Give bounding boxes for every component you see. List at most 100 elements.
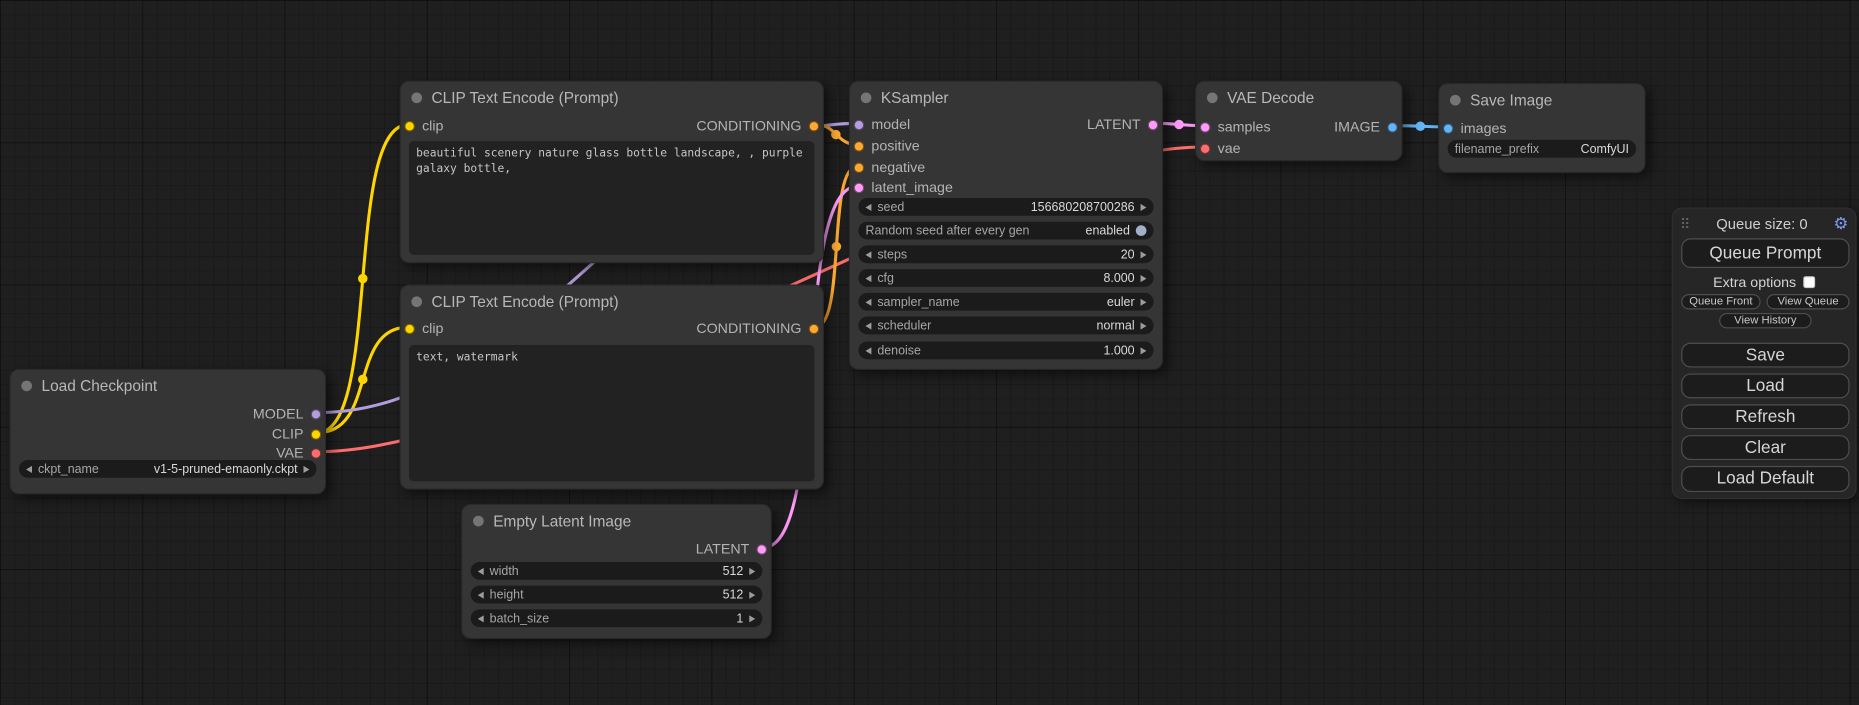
input-slot-samples[interactable]: samples (1200, 117, 1271, 136)
load-button[interactable]: Load (1681, 373, 1849, 398)
clip-output-dot[interactable] (311, 429, 322, 440)
decrement-arrow-icon[interactable] (478, 567, 484, 574)
widget-scheduler[interactable]: scheduler normal (858, 317, 1153, 335)
node-graph-canvas[interactable]: Load Checkpoint MODEL CLIP VAE ckpt_name… (0, 0, 1859, 705)
node-ksampler[interactable]: KSampler model LATENT positive negative … (849, 81, 1163, 370)
samples-input-dot[interactable] (1200, 122, 1211, 133)
decrement-arrow-icon[interactable] (865, 251, 871, 258)
node-clip-text-encode-positive[interactable]: CLIP Text Encode (Prompt) clip CONDITION… (400, 81, 824, 264)
decrement-arrow-icon[interactable] (865, 347, 871, 354)
node-header[interactable]: Load Checkpoint (11, 370, 325, 401)
node-header[interactable]: Empty Latent Image (462, 505, 770, 536)
increment-arrow-icon[interactable] (1141, 274, 1147, 281)
widget-sampler-name[interactable]: sampler_name euler (858, 293, 1153, 311)
node-status-dot-icon[interactable] (411, 92, 422, 103)
input-slot-negative[interactable]: negative (854, 158, 926, 177)
input-slot-clip[interactable]: clip (404, 116, 443, 135)
input-slot-clip[interactable]: clip (404, 319, 443, 338)
clear-button[interactable]: Clear (1681, 435, 1849, 460)
node-save-image[interactable]: Save Image images filename_prefix ComfyU… (1438, 83, 1645, 173)
widget-steps[interactable]: steps 20 (858, 245, 1153, 263)
vae-input-dot[interactable] (1200, 143, 1211, 154)
increment-arrow-icon[interactable] (1141, 203, 1147, 210)
increment-arrow-icon[interactable] (749, 615, 755, 622)
decrement-arrow-icon[interactable] (478, 591, 484, 598)
output-slot-image[interactable]: IMAGE (1334, 117, 1398, 136)
latent-output-dot[interactable] (756, 544, 767, 555)
decrement-arrow-icon[interactable] (865, 298, 871, 305)
save-button[interactable]: Save (1681, 343, 1849, 368)
node-vae-decode[interactable]: VAE Decode samples IMAGE vae (1195, 81, 1402, 162)
widget-cfg[interactable]: cfg 8.000 (858, 269, 1153, 287)
node-status-dot-icon[interactable] (473, 515, 484, 526)
node-status-dot-icon[interactable] (411, 296, 422, 307)
widget-height[interactable]: height 512 (471, 586, 763, 604)
conditioning-output-dot[interactable] (809, 323, 820, 334)
view-queue-button[interactable]: View Queue (1767, 294, 1850, 309)
increment-arrow-icon[interactable] (1141, 347, 1147, 354)
node-header[interactable]: Save Image (1439, 84, 1644, 115)
node-status-dot-icon[interactable] (861, 92, 872, 103)
extra-options-checkbox[interactable] (1803, 276, 1815, 288)
widget-seed-mode-toggle[interactable]: Random seed after every gen enabled (858, 222, 1153, 240)
model-input-dot[interactable] (854, 119, 865, 130)
latent-output-dot[interactable] (1148, 119, 1159, 130)
widget-filename-prefix[interactable]: filename_prefix ComfyUI (1448, 140, 1637, 158)
increment-arrow-icon[interactable] (749, 567, 755, 574)
widget-ckpt-name[interactable]: ckpt_name v1-5-pruned-emaonly.ckpt (19, 460, 317, 478)
node-load-checkpoint[interactable]: Load Checkpoint MODEL CLIP VAE ckpt_name… (9, 369, 326, 495)
model-output-dot[interactable] (311, 408, 322, 419)
output-slot-conditioning[interactable]: CONDITIONING (696, 116, 819, 135)
drag-handle-icon[interactable]: ⠿ (1680, 215, 1690, 232)
images-input-dot[interactable] (1443, 123, 1454, 134)
toggle-knob-icon[interactable] (1136, 225, 1147, 236)
node-status-dot-icon[interactable] (1207, 92, 1218, 103)
refresh-button[interactable]: Refresh (1681, 404, 1849, 429)
widget-batch-size[interactable]: batch_size 1 (471, 609, 763, 627)
node-status-dot-icon[interactable] (21, 380, 32, 391)
view-history-button[interactable]: View History (1719, 313, 1811, 328)
output-slot-clip[interactable]: CLIP (272, 424, 321, 443)
positive-prompt-textarea[interactable]: beautiful scenery nature glass bottle la… (409, 141, 814, 255)
decrement-arrow-icon[interactable] (26, 465, 32, 472)
node-header[interactable]: KSampler (850, 82, 1162, 113)
increment-arrow-icon[interactable] (1141, 251, 1147, 258)
widget-seed[interactable]: seed 156680208700286 (858, 198, 1153, 216)
clip-input-dot[interactable] (404, 323, 415, 334)
positive-input-dot[interactable] (854, 140, 865, 151)
node-empty-latent-image[interactable]: Empty Latent Image LATENT width 512 heig… (461, 504, 772, 639)
vae-output-dot[interactable] (311, 448, 322, 459)
decrement-arrow-icon[interactable] (865, 274, 871, 281)
image-output-dot[interactable] (1387, 122, 1398, 133)
load-default-button[interactable]: Load Default (1681, 466, 1849, 492)
increment-arrow-icon[interactable] (1141, 298, 1147, 305)
input-slot-images[interactable]: images (1443, 119, 1507, 138)
negative-prompt-textarea[interactable]: text, watermark (409, 345, 814, 481)
input-slot-positive[interactable]: positive (854, 136, 920, 155)
widget-width[interactable]: width 512 (471, 562, 763, 580)
node-header[interactable]: CLIP Text Encode (Prompt) (401, 286, 823, 317)
increment-arrow-icon[interactable] (304, 465, 310, 472)
input-slot-vae[interactable]: vae (1200, 139, 1241, 158)
node-header[interactable]: VAE Decode (1196, 82, 1401, 113)
node-status-dot-icon[interactable] (1450, 94, 1461, 105)
decrement-arrow-icon[interactable] (478, 615, 484, 622)
node-clip-text-encode-negative[interactable]: CLIP Text Encode (Prompt) clip CONDITION… (400, 285, 824, 490)
output-slot-latent[interactable]: LATENT (1087, 115, 1158, 134)
settings-gear-icon[interactable]: ⚙ (1833, 213, 1848, 233)
output-slot-conditioning[interactable]: CONDITIONING (696, 319, 819, 338)
input-slot-latent-image[interactable]: latent_image (854, 178, 953, 197)
widget-denoise[interactable]: denoise 1.000 (858, 341, 1153, 359)
conditioning-output-dot[interactable] (809, 120, 820, 131)
node-header[interactable]: CLIP Text Encode (Prompt) (401, 82, 823, 113)
input-slot-model[interactable]: model (854, 115, 911, 134)
decrement-arrow-icon[interactable] (865, 322, 871, 329)
queue-front-button[interactable]: Queue Front (1681, 294, 1760, 309)
clip-input-dot[interactable] (404, 120, 415, 131)
decrement-arrow-icon[interactable] (865, 203, 871, 210)
increment-arrow-icon[interactable] (749, 591, 755, 598)
increment-arrow-icon[interactable] (1141, 322, 1147, 329)
output-slot-model[interactable]: MODEL (253, 404, 321, 423)
output-slot-latent[interactable]: LATENT (696, 539, 767, 558)
queue-prompt-button[interactable]: Queue Prompt (1681, 238, 1849, 268)
